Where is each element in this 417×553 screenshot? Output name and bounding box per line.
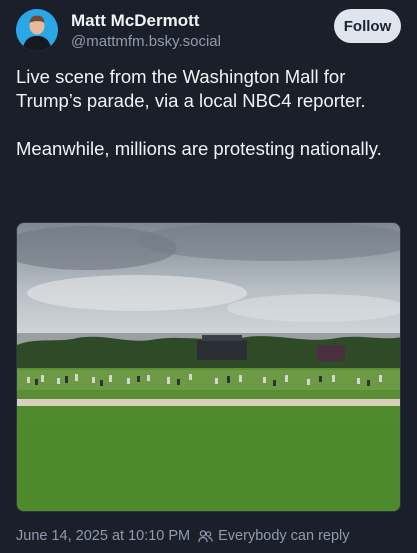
reply-setting[interactable]: Everybody can reply	[198, 528, 350, 544]
author-display-name[interactable]: Matt McDermott	[71, 11, 199, 31]
post-footer: June 14, 2025 at 10:10 PM Everybody can …	[16, 528, 401, 544]
post-header: Matt McDermott @mattmfm.bsky.social Foll…	[16, 9, 401, 55]
post-timestamp[interactable]: June 14, 2025 at 10:10 PM	[16, 528, 190, 544]
reply-setting-label: Everybody can reply	[218, 528, 350, 544]
post-image-photo	[17, 223, 400, 511]
post-text: Live scene from the Washington Mall for …	[16, 65, 401, 161]
author-handle[interactable]: @mattmfm.bsky.social	[71, 33, 221, 50]
post-text-paragraph: Meanwhile, millions are protesting natio…	[16, 138, 382, 159]
post-image[interactable]	[16, 222, 401, 512]
post-text-paragraph: Live scene from the Washington Mall for …	[16, 66, 366, 111]
follow-button[interactable]: Follow	[334, 9, 401, 43]
avatar[interactable]	[16, 9, 58, 51]
people-icon	[198, 529, 213, 542]
